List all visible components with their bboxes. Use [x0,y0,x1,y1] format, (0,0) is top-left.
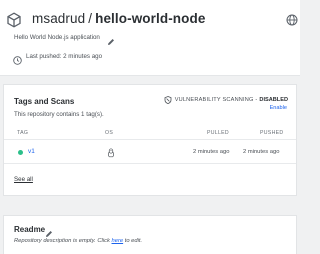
enable-scanning-link[interactable]: Enable [270,105,287,111]
linux-icon [107,145,115,158]
repo-description: Hello World Node.js application [14,34,100,41]
tag-count-text: This repository contains 1 tag(s). [14,111,104,118]
readme-card: Readme Repository description is empty. … [3,215,297,254]
last-pushed-text: Last pushed: 2 minutes ago [26,53,103,60]
readme-edit-link[interactable]: here [112,238,124,244]
vulnerability-status: DISABLED [259,97,288,103]
tag-link[interactable]: v1 [28,148,35,155]
pushed-time: 2 minutes ago [243,149,280,155]
repo-owner[interactable]: msadrud [32,11,85,26]
see-all-link[interactable]: See all [14,176,33,183]
tags-card-title: Tags and Scans [14,97,75,106]
vulnerability-label: VULNERABILITY SCANNING - [174,97,258,103]
readme-empty-text: Repository description is empty. Click h… [14,238,142,244]
readme-title: Readme [14,225,46,234]
column-header-os: OS [105,130,114,136]
table-divider [4,139,296,140]
repo-header: msadrud / hello-world-node Hello World Nod… [0,0,300,76]
clock-icon [13,52,22,65]
readme-text-start: Repository description is empty. Click [14,238,112,244]
pencil-icon[interactable] [107,33,115,45]
repo-name: hello-world-node [95,11,206,26]
tags-and-scans-card: Tags and Scans VULNERABILITY SCANNING - … [3,84,297,196]
repository-icon [6,12,22,28]
table-divider [4,163,296,164]
tag-status-dot [18,150,23,155]
column-header-pushed: PUSHED [260,130,284,136]
pulled-time: 2 minutes ago [193,149,230,155]
globe-icon [286,13,298,26]
shield-icon [164,96,172,105]
pencil-icon[interactable] [45,225,53,237]
column-header-pulled: PULLED [207,130,229,136]
readme-text-end: to edit. [123,238,143,244]
repo-separator: / [88,11,93,26]
page-title: msadrud / hello-world-node [32,11,205,26]
vulnerability-scanning-status: VULNERABILITY SCANNING - DISABLED [164,96,288,105]
column-header-tag: TAG [17,130,29,136]
